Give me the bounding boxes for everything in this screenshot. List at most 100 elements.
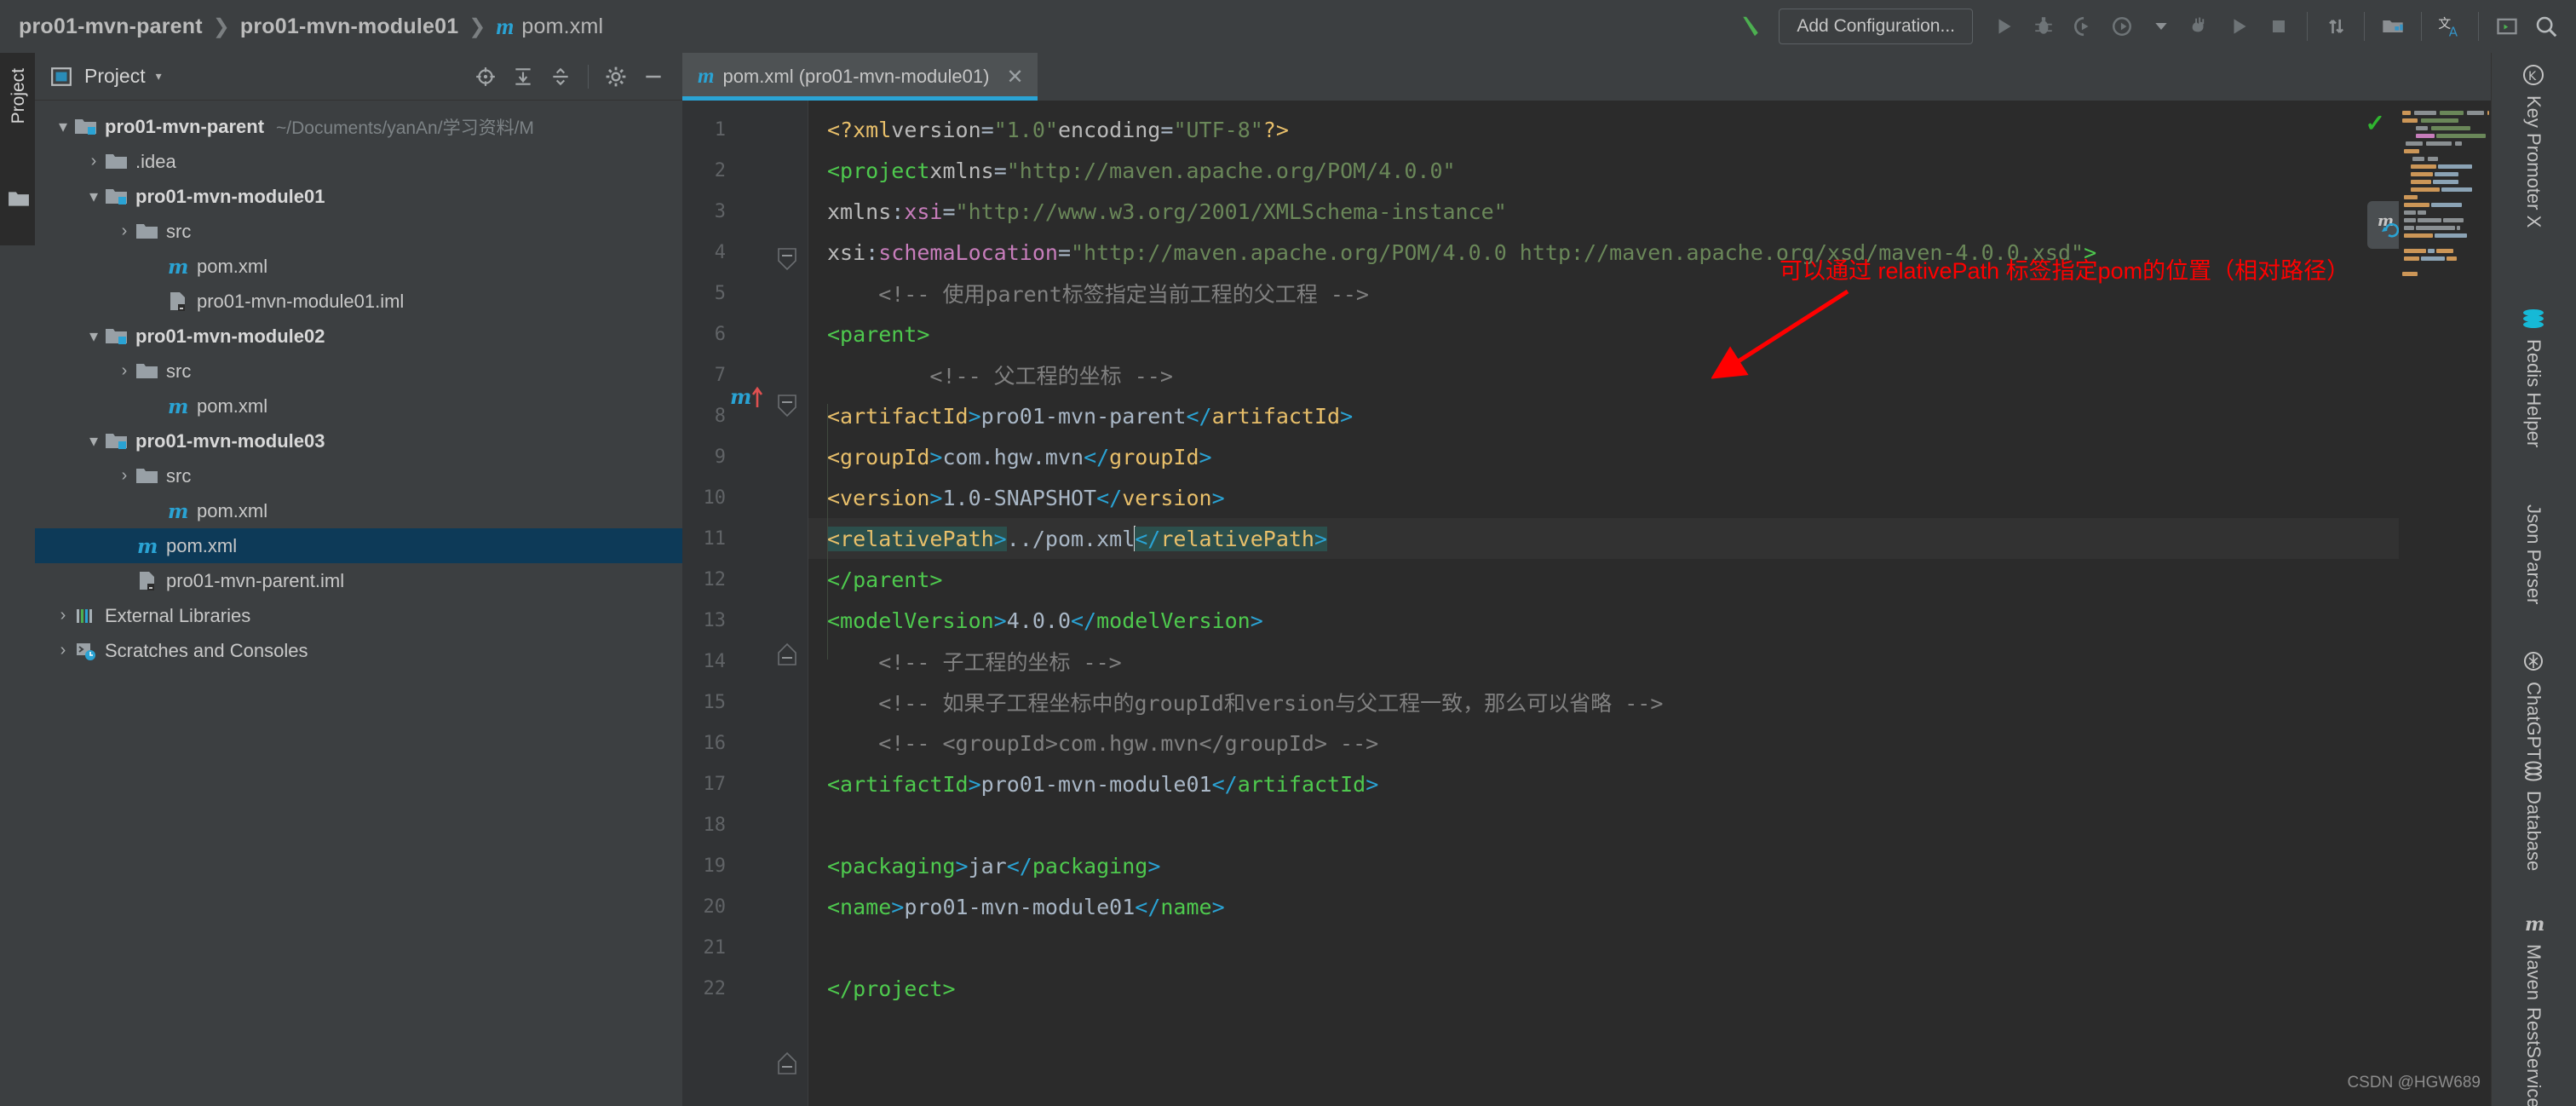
tree-item[interactable]: m pom.xml [35, 249, 682, 284]
tree-item[interactable]: › src [35, 214, 682, 249]
code-fold-end-icon[interactable] [776, 1051, 798, 1077]
tree-item[interactable]: ▾ pro01-mvn-module01 [35, 179, 682, 214]
breadcrumb-item-project[interactable]: pro01-mvn-parent [19, 14, 203, 39]
tree-expand-arrow-down-icon[interactable]: ▾ [52, 116, 74, 137]
settings-gear-icon[interactable] [599, 60, 633, 94]
chevron-down-icon[interactable] [2142, 7, 2181, 46]
code-line[interactable]: <!-- <groupId>com.hgw.mvn</groupId> --> [808, 723, 2491, 763]
right-tool-tab[interactable]: m Maven [2491, 913, 2576, 1000]
line-number: 1 [714, 119, 726, 141]
right-tool-tab[interactable]: ChatGPT [2491, 649, 2576, 760]
editor-tab-pom-xml[interactable]: m pom.xml (pro01-mvn-module01) ✕ [682, 53, 1038, 101]
tree-expand-arrow-down-icon[interactable]: ▾ [83, 186, 105, 207]
code-line[interactable]: xmlns: xsi = "http://www.w3.org/2001/XMLSch… [808, 191, 2491, 232]
breadcrumb-item-module[interactable]: pro01-mvn-module01 [240, 14, 458, 39]
code-line[interactable]: <!-- 子工程的坐标 --> [808, 641, 2491, 682]
right-tool-tab[interactable]: K Key Promoter X [2491, 63, 2576, 228]
add-configuration-button[interactable]: Add Configuration... [1779, 9, 1973, 44]
code-line[interactable]: <artifactId> pro01-mvn-parent </artifactId… [808, 395, 2491, 436]
stop-icon[interactable] [2259, 7, 2298, 46]
tree-item-label: pom.xml [197, 395, 268, 417]
ide-window: pro01-mvn-parent ❯ pro01-mvn-module01 ❯ … [0, 0, 2576, 1106]
collapse-all-icon[interactable] [543, 60, 578, 94]
breadcrumb-separator-icon: ❯ [469, 14, 486, 38]
chevron-down-icon[interactable]: ▾ [156, 69, 162, 84]
tree-expand-arrow-right-icon[interactable]: › [83, 152, 105, 171]
code-fold-collapse-icon[interactable] [776, 394, 798, 419]
expand-all-icon[interactable] [506, 60, 540, 94]
editor-minimap[interactable] [2399, 106, 2491, 1106]
tree-expand-arrow-down-icon[interactable]: ▾ [83, 325, 105, 347]
breadcrumb-item-file[interactable]: pom.xml [521, 14, 603, 39]
code-fold-end-icon[interactable] [776, 642, 798, 668]
redis-icon [2521, 308, 2546, 331]
debug-icon[interactable] [2024, 7, 2063, 46]
search-everywhere-icon[interactable] [2527, 7, 2566, 46]
tree-expand-arrow-right-icon[interactable]: › [52, 606, 74, 625]
tree-item[interactable]: ▾ pro01-mvn-module02 [35, 319, 682, 354]
tree-item[interactable]: ▾ pro01-mvn-parent ~/Documents/yanAn/学习资料/… [35, 109, 682, 144]
code-line[interactable]: <packaging> jar </packaging> [808, 845, 2491, 886]
code-line[interactable]: <name> pro01-mvn-module01 </name> [808, 886, 2491, 927]
build-hammer-icon[interactable] [1731, 7, 1770, 46]
hide-panel-icon[interactable] [636, 60, 670, 94]
tree-item[interactable]: ▾ pro01-mvn-module03 [35, 423, 682, 458]
minimap-line [2414, 111, 2436, 115]
code-editor[interactable]: m 1 2 3 4 5 6 7 8 9 10 11 12 13 14 15 16 17 18 19 20 21 22 [682, 101, 2491, 1106]
code-line[interactable]: <!-- 父工程的坐标 --> [808, 354, 2491, 395]
right-tool-tab[interactable]: RestServices [2491, 1007, 2576, 1106]
minimap-line [2404, 203, 2429, 207]
code-fold-collapse-icon[interactable] [776, 247, 798, 273]
tree-item-label: src [166, 220, 192, 242]
tree-item[interactable]: › src [35, 458, 682, 493]
run-icon[interactable] [1985, 7, 2024, 46]
git-update-icon[interactable] [2316, 7, 2355, 46]
code-line[interactable]: <!-- 如果子工程坐标中的groupId和version与父工程一致，那么可以… [808, 682, 2491, 723]
right-tool-tab[interactable]: Redis Helper [2491, 308, 2576, 447]
scroll-from-source-icon[interactable] [469, 60, 503, 94]
code-line[interactable]: <modelVersion> 4.0.0 </modelVersion> [808, 600, 2491, 641]
tree-expand-arrow-right-icon[interactable]: › [52, 641, 74, 660]
maven-parent-navigate-icon[interactable]: m [730, 382, 771, 416]
tree-item[interactable]: pro01-mvn-module01.iml [35, 284, 682, 319]
code-line[interactable]: </project> [808, 968, 2491, 1009]
code-line[interactable]: <groupId> com.hgw.mvn </groupId> [808, 436, 2491, 477]
right-tool-tab[interactable]: Database [2491, 760, 2576, 871]
run-with-coverage-icon[interactable] [2063, 7, 2102, 46]
code-line[interactable] [808, 927, 2491, 968]
code-line[interactable]: <version> 1.0-SNAPSHOT </version> [808, 477, 2491, 518]
code-line[interactable]: </parent> [808, 559, 2491, 600]
tree-expand-arrow-right-icon[interactable]: › [113, 466, 135, 486]
tree-item[interactable]: › src [35, 354, 682, 389]
tree-item[interactable]: pro01-mvn-parent.iml [35, 563, 682, 598]
tree-item[interactable]: › .idea [35, 144, 682, 179]
tree-expand-arrow-right-icon[interactable]: › [113, 361, 135, 381]
terminal-icon[interactable] [2487, 7, 2527, 46]
tree-expand-arrow-right-icon[interactable]: › [113, 222, 135, 241]
tree-item[interactable]: › Scratches and Consoles [35, 633, 682, 668]
attach-debugger-icon[interactable] [2181, 7, 2220, 46]
code-line[interactable]: <parent> [808, 314, 2491, 354]
run-anything-icon[interactable] [2220, 7, 2259, 46]
translate-icon[interactable]: 文A [2430, 7, 2470, 46]
tree-expand-arrow-down-icon[interactable]: ▾ [83, 430, 105, 452]
code-text[interactable]: </project> <name> pro01-mvn-module01 </nam… [808, 101, 2491, 1106]
tree-item[interactable]: › External Libraries [35, 598, 682, 633]
tree-item-label: src [166, 360, 192, 382]
inspection-status-icon[interactable]: ✓ [2366, 109, 2385, 137]
right-tool-tab[interactable]: Json Parser [2491, 504, 2576, 604]
close-icon[interactable]: ✕ [1006, 65, 1023, 89]
tree-item[interactable]: m pom.xml [35, 389, 682, 423]
minimap-line [2431, 126, 2470, 130]
editor-gutter[interactable]: m 1 2 3 4 5 6 7 8 9 10 11 12 13 14 15 16 17 18 19 20 21 22 [682, 101, 808, 1106]
code-line[interactable]: <relativePath> ../pom.xml </relativePath> [808, 518, 2491, 559]
tree-item[interactable]: m pom.xml [35, 528, 682, 563]
code-line[interactable]: <artifactId> pro01-mvn-module01 </artifact… [808, 763, 2491, 804]
project-structure-icon[interactable] [2373, 7, 2412, 46]
code-line[interactable] [808, 804, 2491, 845]
profile-icon[interactable] [2102, 7, 2142, 46]
sidebar-tab-project[interactable]: Project [0, 53, 35, 245]
code-line[interactable]: <project xmlns = "http://maven.apache.org/… [808, 150, 2491, 191]
code-line[interactable]: <?xml version = "1.0" encoding = "UTF-8" ?> [808, 109, 2491, 150]
tree-item[interactable]: m pom.xml [35, 493, 682, 528]
